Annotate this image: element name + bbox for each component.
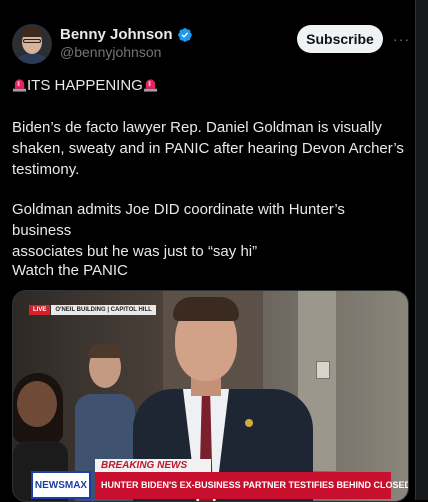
post-paragraph-2: Goldman admits Joe DID coordinate with H… [12, 199, 407, 262]
avatar-body [14, 54, 50, 64]
siren-icon [12, 79, 27, 92]
post-paragraph-1: Biden’s de facto lawyer Rep. Daniel Gold… [12, 117, 407, 180]
subject-hair [173, 297, 239, 321]
video-player[interactable]: LIVE O'NEIL BUILDING | CAPITOL HILL BREA… [12, 290, 409, 502]
author-name-row: Benny Johnson [60, 26, 193, 43]
tweet-card: Benny Johnson @bennyjohnson Subscribe ··… [0, 0, 415, 502]
avatar[interactable] [12, 24, 52, 64]
author-handle[interactable]: @bennyjohnson [60, 44, 161, 60]
wall-sign [316, 361, 330, 379]
news-lower-third: BREAKING NEWS NEWSMAX HUNTER BIDEN'S EX-… [31, 459, 408, 499]
post-text-line: Goldman admits Joe DID coordinate with H… [12, 201, 345, 239]
verified-badge-icon [177, 27, 192, 42]
breaking-news-label: BREAKING NEWS [95, 459, 211, 472]
post-text-line: associates but he was just to “say hi” [12, 243, 258, 260]
person-head [17, 381, 57, 427]
post-text-line: testimony. [12, 161, 80, 178]
avatar-hair [21, 28, 43, 37]
post-paragraph-3: Watch the PANIC [12, 262, 128, 279]
live-badge: LIVE [29, 305, 51, 315]
subject-lapel-pin [245, 419, 253, 427]
author-name[interactable]: Benny Johnson [60, 26, 173, 43]
avatar-glasses [23, 39, 41, 43]
news-chyron: HUNTER BIDEN'S EX-BUSINESS PARTNER TESTI… [95, 472, 408, 499]
post-headline-line: ITS HAPPENING [12, 75, 407, 96]
subscribe-button[interactable]: Subscribe [297, 25, 383, 53]
siren-icon [143, 79, 157, 92]
person-hair [88, 344, 122, 358]
live-indicator: LIVE O'NEIL BUILDING | CAPITOL HILL [29, 305, 156, 315]
more-options-icon[interactable]: ··· [393, 31, 410, 47]
location-label: O'NEIL BUILDING | CAPITOL HILL [51, 305, 156, 315]
post-text-line: shaken, sweaty and in PANIC after hearin… [12, 140, 404, 157]
post-text-line: Biden’s de facto lawyer Rep. Daniel Gold… [12, 119, 382, 136]
page-scroll-edge [415, 0, 428, 500]
channel-logo: NEWSMAX [31, 471, 91, 499]
post-headline: ITS HAPPENING [27, 77, 143, 94]
